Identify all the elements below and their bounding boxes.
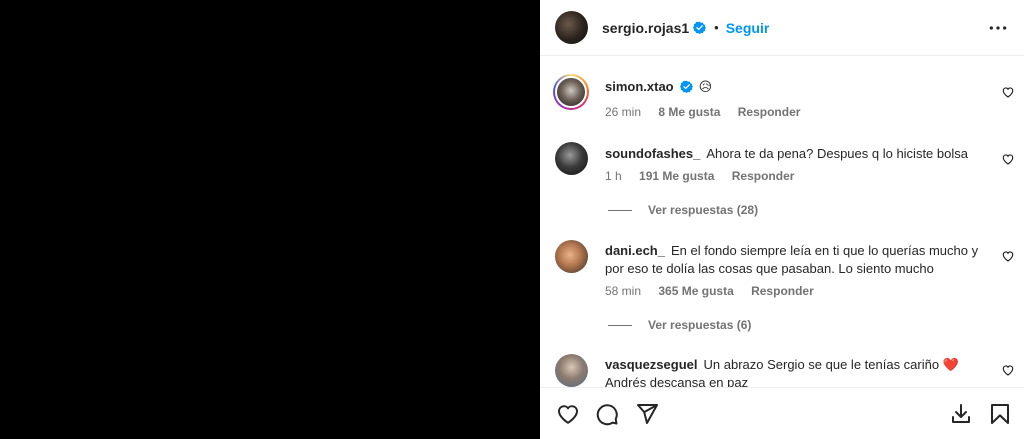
author-avatar[interactable] bbox=[555, 11, 588, 44]
comment-icon[interactable] bbox=[595, 402, 619, 426]
comment-like-heart-icon[interactable] bbox=[1001, 363, 1015, 377]
instagram-post-viewer: sergio.rojas1 • Seguir simon.xtao 😥 26 m… bbox=[0, 0, 1024, 439]
comment-text: soundofashes_ Ahora te da pena? Despues q… bbox=[605, 145, 990, 163]
comment-text: dani.ech_ En el fondo siempre leía en ti … bbox=[605, 242, 990, 278]
comment-likes[interactable]: 191 Me gusta bbox=[639, 169, 714, 183]
comment-meta: 58 min 365 Me gusta Responder bbox=[605, 284, 828, 298]
view-replies-button[interactable]: Ver respuestas (28) bbox=[608, 203, 758, 217]
replies-divider bbox=[608, 209, 632, 211]
commenter-username[interactable]: soundofashes_ bbox=[605, 146, 700, 161]
comments-list[interactable]: simon.xtao 😥 26 min 8 Me gusta Responder bbox=[540, 57, 1024, 387]
view-replies-button[interactable]: Ver respuestas (6) bbox=[608, 318, 751, 332]
reply-button[interactable]: Responder bbox=[751, 284, 814, 298]
verified-badge-icon bbox=[693, 21, 707, 34]
comment-meta: 1 h 191 Me gusta Responder bbox=[605, 169, 808, 183]
view-replies-label: Ver respuestas (28) bbox=[648, 203, 759, 217]
post-header: sergio.rojas1 • Seguir bbox=[540, 0, 1024, 56]
verified-badge-icon bbox=[679, 80, 693, 93]
paper-plane-icon[interactable] bbox=[635, 402, 659, 426]
commenter-username[interactable]: simon.xtao bbox=[605, 79, 674, 94]
follow-button[interactable]: Seguir bbox=[726, 20, 770, 36]
bookmark-icon[interactable] bbox=[988, 402, 1012, 426]
commenter-avatar[interactable] bbox=[555, 240, 588, 273]
comment-meta: 26 min 8 Me gusta Responder bbox=[605, 105, 814, 119]
comment-item: simon.xtao 😥 26 min 8 Me gusta Responder bbox=[553, 72, 1015, 132]
post-media[interactable] bbox=[0, 0, 540, 439]
comment-item: vasquezseguel Un abrazo Sergio se que le … bbox=[555, 354, 1015, 387]
commenter-avatar[interactable] bbox=[555, 142, 588, 175]
commenter-username[interactable]: dani.ech_ bbox=[605, 243, 665, 258]
comment-like-heart-icon[interactable] bbox=[1001, 152, 1015, 166]
commenter-avatar[interactable] bbox=[553, 74, 589, 110]
reply-button[interactable]: Responder bbox=[732, 169, 795, 183]
more-options-icon[interactable] bbox=[988, 18, 1008, 38]
comment-like-heart-icon[interactable] bbox=[1001, 249, 1015, 263]
comment-time: 26 min bbox=[605, 105, 642, 119]
comment-time: 1 h bbox=[605, 169, 622, 183]
comment-text: simon.xtao 😥 bbox=[605, 78, 990, 96]
reply-button[interactable]: Responder bbox=[738, 105, 801, 119]
comment-likes[interactable]: 365 Me gusta bbox=[658, 284, 733, 298]
comment-text: vasquezseguel Un abrazo Sergio se que le … bbox=[605, 356, 990, 387]
comment-like-heart-icon[interactable] bbox=[1001, 85, 1015, 99]
view-replies-label: Ver respuestas (6) bbox=[648, 318, 752, 332]
commenter-avatar[interactable] bbox=[555, 354, 588, 387]
comment-body: 😥 bbox=[698, 79, 713, 94]
commenter-username[interactable]: vasquezseguel bbox=[605, 357, 698, 372]
replies-divider bbox=[608, 324, 632, 326]
post-side-panel: sergio.rojas1 • Seguir simon.xtao 😥 26 m… bbox=[540, 0, 1024, 439]
heart-icon[interactable] bbox=[556, 402, 580, 426]
author-username[interactable]: sergio.rojas1 bbox=[602, 20, 689, 36]
download-icon[interactable] bbox=[949, 402, 973, 426]
comment-likes[interactable]: 8 Me gusta bbox=[658, 105, 720, 119]
comment-item: soundofashes_ Ahora te da pena? Despues q… bbox=[555, 142, 1015, 186]
comment-body: Ahora te da pena? Despues q lo hiciste b… bbox=[706, 146, 968, 161]
post-actions-bar bbox=[540, 387, 1024, 439]
comment-item: dani.ech_ En el fondo siempre leía en ti … bbox=[555, 240, 1015, 300]
comment-time: 58 min bbox=[605, 284, 642, 298]
separator-dot: • bbox=[714, 20, 719, 35]
